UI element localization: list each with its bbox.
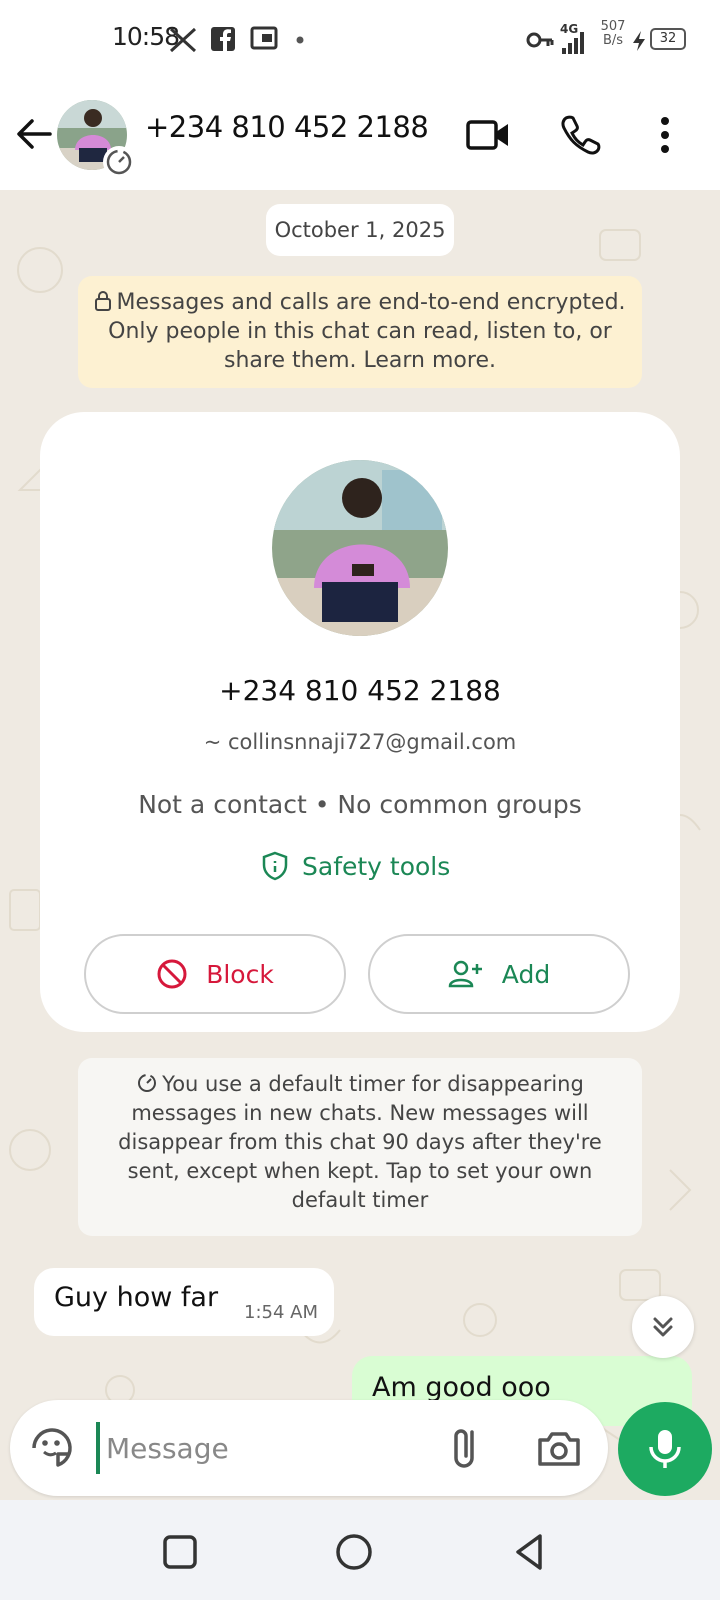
vpn-key-icon xyxy=(526,32,554,48)
contact-title[interactable]: +234 810 452 2188 xyxy=(145,110,429,144)
profile-phone: +234 810 452 2188 xyxy=(219,674,501,707)
back-arrow-icon[interactable] xyxy=(14,114,54,154)
system-navigation-bar xyxy=(0,1500,720,1600)
double-chevron-down-icon xyxy=(653,1317,673,1337)
add-person-icon xyxy=(448,960,482,988)
date-separator: October 1, 2025 xyxy=(266,204,454,256)
video-call-icon[interactable] xyxy=(464,110,514,160)
battery-icon: 32 xyxy=(650,28,686,50)
sticker-emoji-icon[interactable] xyxy=(28,1424,76,1472)
disappearing-timer-icon xyxy=(103,146,135,178)
profile-photo[interactable] xyxy=(272,460,448,636)
notification-dot-icon xyxy=(296,36,304,44)
profile-meta: Not a contact • No common groups xyxy=(138,790,582,819)
message-composer xyxy=(10,1400,608,1496)
encryption-text: Messages and calls are end-to-end encryp… xyxy=(108,290,626,373)
lock-icon xyxy=(95,291,112,311)
timer-icon xyxy=(138,1074,157,1092)
microphone-icon xyxy=(649,1430,681,1468)
message-text: Am good ooo xyxy=(372,1372,551,1403)
back-nav-icon[interactable] xyxy=(508,1530,552,1574)
contact-profile-card: +234 810 452 2188 ~ collinsnnaji727@gmai… xyxy=(40,412,680,1032)
scroll-to-bottom-button[interactable] xyxy=(632,1296,694,1358)
home-icon[interactable] xyxy=(332,1530,376,1574)
message-text: Guy how far xyxy=(54,1282,219,1313)
text-caret xyxy=(96,1422,100,1474)
add-contact-button[interactable]: Add xyxy=(368,934,630,1014)
encryption-notice[interactable]: Messages and calls are end-to-end encryp… xyxy=(78,276,642,388)
network-speed: 507 B/s xyxy=(598,20,628,48)
safety-tools-link[interactable]: Safety tools xyxy=(262,846,450,886)
add-label: Add xyxy=(501,959,551,989)
profile-email: ~ collinsnnaji727@gmail.com xyxy=(203,730,517,754)
incoming-message[interactable]: Guy how far 1:54 AM xyxy=(34,1268,334,1336)
message-input[interactable] xyxy=(106,1420,436,1476)
speed-value: 507 xyxy=(600,19,626,34)
attach-paperclip-icon[interactable] xyxy=(442,1422,494,1474)
signal-icon xyxy=(562,32,584,54)
charging-icon xyxy=(633,31,645,51)
chat-header: +234 810 452 2188 xyxy=(0,80,720,190)
camera-icon[interactable] xyxy=(534,1424,584,1474)
chat-area[interactable]: October 1, 2025 Messages and calls are e… xyxy=(0,190,720,1500)
disappearing-messages-notice[interactable]: You use a default timer for disappearing… xyxy=(78,1058,642,1236)
message-time: 1:54 AM xyxy=(244,1302,318,1323)
safety-tools-label: Safety tools xyxy=(302,851,451,881)
battery-level: 32 xyxy=(659,31,677,46)
cast-icon xyxy=(250,26,278,50)
block-button[interactable]: Block xyxy=(84,934,346,1014)
voice-call-icon[interactable] xyxy=(556,110,606,160)
shield-icon xyxy=(262,851,288,881)
facebook-icon xyxy=(211,27,235,51)
more-options-icon[interactable] xyxy=(640,110,690,160)
recent-apps-icon[interactable] xyxy=(158,1530,202,1574)
voice-message-button[interactable] xyxy=(618,1402,712,1496)
status-bar: 10:58 4G 507 B/s 32 xyxy=(0,0,720,80)
block-icon xyxy=(157,959,187,989)
speed-unit: B/s xyxy=(602,33,624,48)
app-notification-icon xyxy=(169,27,197,53)
timer-notice-text: You use a default timer for disappearing… xyxy=(118,1072,602,1212)
block-label: Block xyxy=(206,959,274,989)
